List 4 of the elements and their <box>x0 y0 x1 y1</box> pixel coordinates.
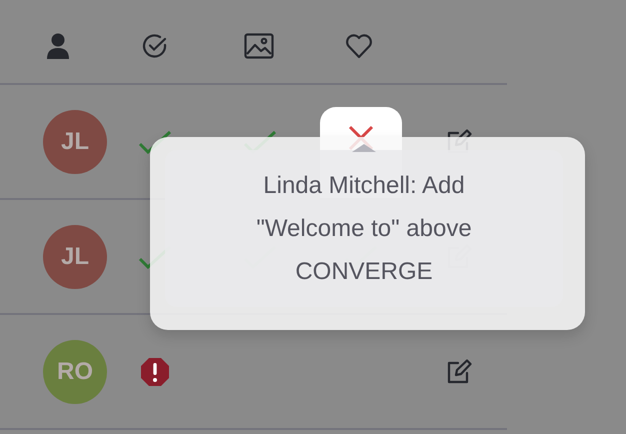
comment-text: Linda Mitchell: Add "Welcome to" above CONVERGE <box>255 171 473 287</box>
avatar: JL <box>43 224 107 288</box>
avatar: RO <box>43 340 107 404</box>
avatar: JL <box>43 110 107 174</box>
